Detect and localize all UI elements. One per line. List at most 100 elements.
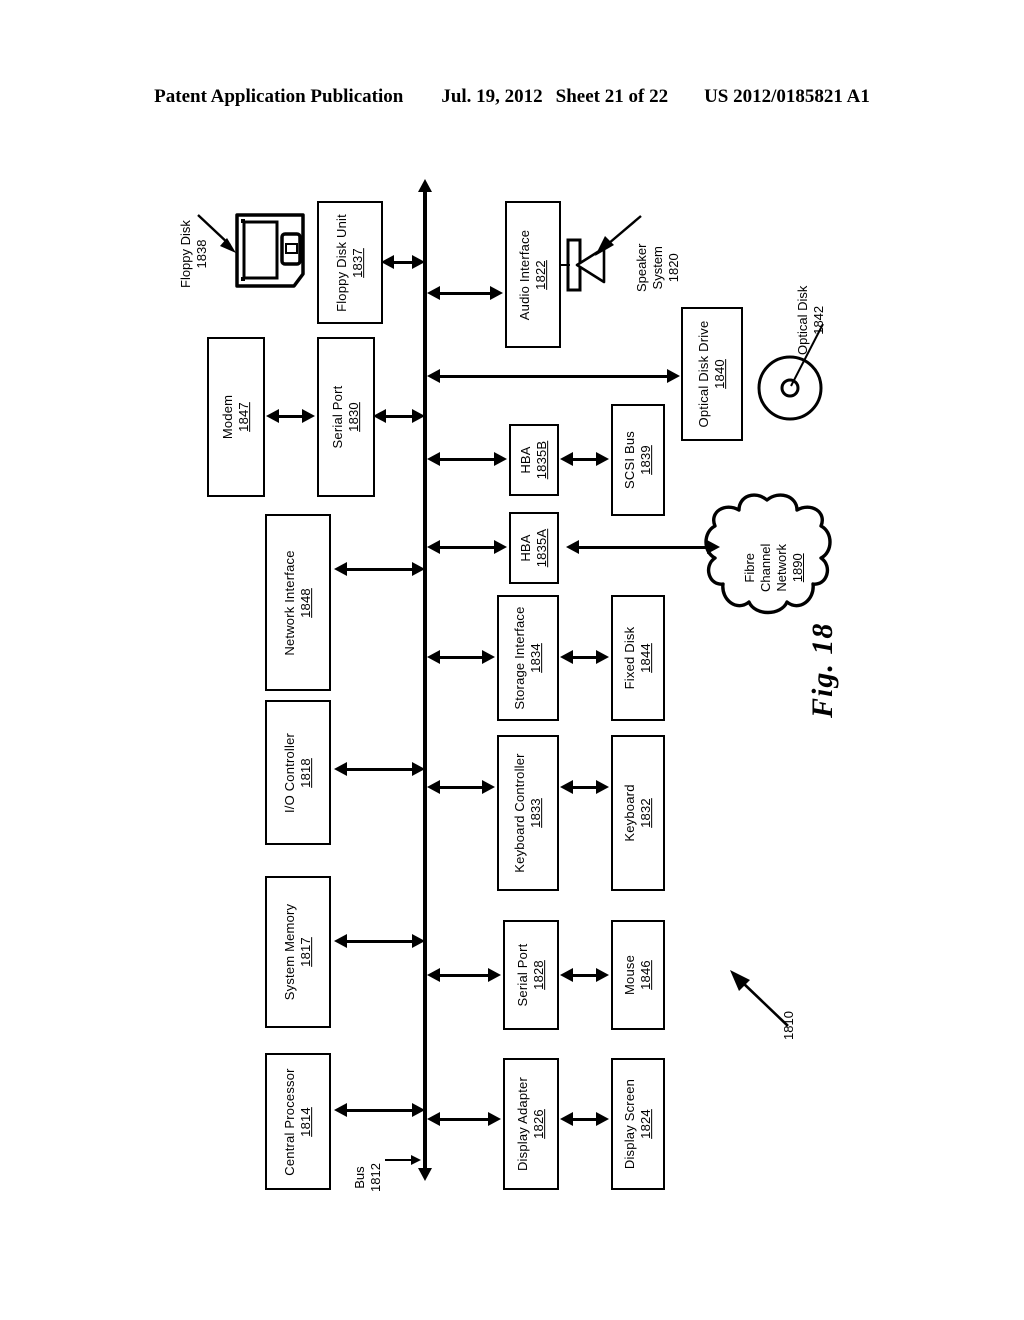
block-display-adapter: Display Adapter 1826 (503, 1058, 559, 1190)
connector-storage-fixeddisk-arrow-right (596, 650, 609, 664)
scsi-bus-num: 1839 (638, 445, 653, 475)
header-document-number: US 2012/0185821 A1 (704, 86, 870, 107)
floppy-disk-unit-label: Floppy Disk Unit (334, 213, 350, 312)
connector-kbdctrl-keyboard-arrow-left (560, 780, 573, 794)
header-date: Jul. 19, 2012 (441, 86, 543, 107)
connector-io-arrow-right (412, 762, 425, 776)
connector-serialport1830-arrow-right (412, 409, 425, 423)
connector-memory-arrow-left (334, 934, 347, 948)
fibre-channel-label: Fibre Channel Network 1890 (742, 544, 805, 592)
connector-opticaldrive-arrow-left (427, 369, 440, 383)
connector-kbdctrl-keyboard-arrow-right (596, 780, 609, 794)
scsi-bus-label: SCSI Bus (622, 431, 638, 489)
connector-memory-arrow-right (412, 934, 425, 948)
system-memory-label: System Memory (282, 903, 298, 1001)
connector-cpu-bus (343, 1109, 421, 1112)
connector-displayadapter-screen-arrow-right (596, 1112, 609, 1126)
callout-floppy-disk-num: 1838 (193, 239, 209, 269)
display-screen-label: Display Screen (622, 1078, 638, 1170)
block-io-controller: I/O Controller 1818 (265, 700, 331, 845)
connector-serialport1828-mouse-arrow-left (560, 968, 573, 982)
connector-hbab-scsi-arrow-right (596, 452, 609, 466)
serial-port-1828-num: 1828 (531, 960, 546, 990)
callout-optical-disk-num: 1842 (810, 305, 826, 335)
patent-figure-page: Patent Application Publication Jul. 19, 2… (0, 0, 1024, 1320)
block-storage-interface: Storage Interface 1834 (497, 595, 559, 721)
floppy-disk-unit-num: 1837 (350, 247, 365, 278)
connector-displayadapter-bus-arrow-right (488, 1112, 501, 1126)
page-header: Patent Application Publication Jul. 19, 2… (0, 86, 1024, 108)
connector-opticaldrive-bus (436, 375, 676, 378)
connector-storage-bus-arrow-left (427, 650, 440, 664)
connector-hbaa-fibre-arrow-right (707, 540, 720, 554)
serial-port-1830-label: Serial Port (330, 385, 346, 449)
block-display-screen: Display Screen 1824 (611, 1058, 665, 1190)
bus-label-leader-arrow (411, 1155, 421, 1165)
display-screen-num: 1824 (638, 1109, 653, 1139)
block-serial-port-1830: Serial Port 1830 (317, 337, 375, 497)
block-audio-interface: Audio Interface 1822 (505, 201, 561, 348)
figure-caption: Fig. 18 (806, 622, 839, 718)
serial-port-1830-num: 1830 (346, 402, 361, 432)
connector-network-arrow-right (412, 562, 425, 576)
connector-serialport1828-mouse-arrow-right (596, 968, 609, 982)
bus-label-leader (385, 1159, 413, 1161)
block-serial-port-1828: Serial Port 1828 (503, 920, 559, 1030)
bus-arrow-top (418, 179, 432, 192)
block-optical-disk-drive: Optical Disk Drive 1840 (681, 307, 743, 441)
central-processor-num: 1814 (298, 1106, 313, 1137)
block-hba-1835b: HBA 1835B (509, 424, 559, 496)
callout-speaker-system: Speaker System 1820 (634, 244, 682, 292)
block-scsi-bus: SCSI Bus 1839 (611, 404, 665, 516)
hba-1835b-num: 1835B (534, 440, 549, 480)
callout-floppy-disk-label: Floppy Disk (178, 220, 193, 288)
connector-hbaa-fibre (575, 546, 715, 549)
connector-serialport1828-bus-arrow-right (488, 968, 501, 982)
callout-floppy-disk: Floppy Disk 1838 (178, 220, 210, 288)
block-modem: Modem 1847 (207, 337, 265, 497)
connector-kbdctrl-bus-arrow-left (427, 780, 440, 794)
connector-storage-bus-arrow-right (482, 650, 495, 664)
block-system-memory: System Memory 1817 (265, 876, 331, 1028)
block-keyboard: Keyboard 1832 (611, 735, 665, 891)
connector-cpu-arrow-left (334, 1103, 347, 1117)
block-hba-1835a: HBA 1835A (509, 512, 559, 584)
callout-speaker-line2: System (649, 246, 665, 290)
connector-cpu-arrow-right (412, 1103, 425, 1117)
callout-speaker-line1: Speaker (634, 243, 649, 292)
block-floppy-disk-unit: Floppy Disk Unit 1837 (317, 201, 383, 324)
modem-num: 1847 (236, 402, 251, 432)
mouse-num: 1846 (638, 960, 653, 990)
modem-label: Modem (220, 394, 236, 440)
io-controller-num: 1818 (298, 757, 313, 788)
connector-network-arrow-left (334, 562, 347, 576)
connector-io-bus (343, 768, 421, 771)
connector-displayadapter-screen-arrow-left (560, 1112, 573, 1126)
connector-serialport1828-bus-arrow-left (427, 968, 440, 982)
block-mouse: Mouse 1846 (611, 920, 665, 1030)
connector-hbab-bus-arrow-right (494, 452, 507, 466)
optical-disk-drive-num: 1840 (712, 359, 727, 389)
connector-displayadapter-bus-arrow-left (427, 1112, 440, 1126)
storage-interface-num: 1834 (528, 643, 543, 673)
block-keyboard-controller: Keyboard Controller 1833 (497, 735, 559, 891)
header-publication: Patent Application Publication (154, 86, 404, 107)
fibre-channel-num: 1890 (789, 553, 805, 583)
connector-hbaa-fibre-arrow-left (566, 540, 579, 554)
system-bus-line (423, 192, 427, 1170)
fixed-disk-label: Fixed Disk (622, 626, 638, 690)
bus-label-num: 1812 (367, 1163, 383, 1192)
connector-kbdctrl-bus-arrow-right (482, 780, 495, 794)
keyboard-controller-num: 1833 (528, 798, 543, 828)
system-memory-num: 1817 (298, 937, 313, 967)
bus-label-text: Bus (352, 1166, 367, 1189)
connector-hbaa-bus (436, 546, 503, 549)
connector-network-bus (343, 568, 421, 571)
connector-opticaldrive-arrow-right (667, 369, 680, 383)
keyboard-num: 1832 (638, 798, 653, 828)
connector-modem-arrow-left (266, 409, 279, 423)
connector-hbab-scsi-arrow-left (560, 452, 573, 466)
connector-floppy-bus-arrow-left (381, 255, 394, 269)
bus-label: Bus 1812 (352, 1163, 384, 1192)
network-interface-label: Network Interface (282, 549, 298, 656)
